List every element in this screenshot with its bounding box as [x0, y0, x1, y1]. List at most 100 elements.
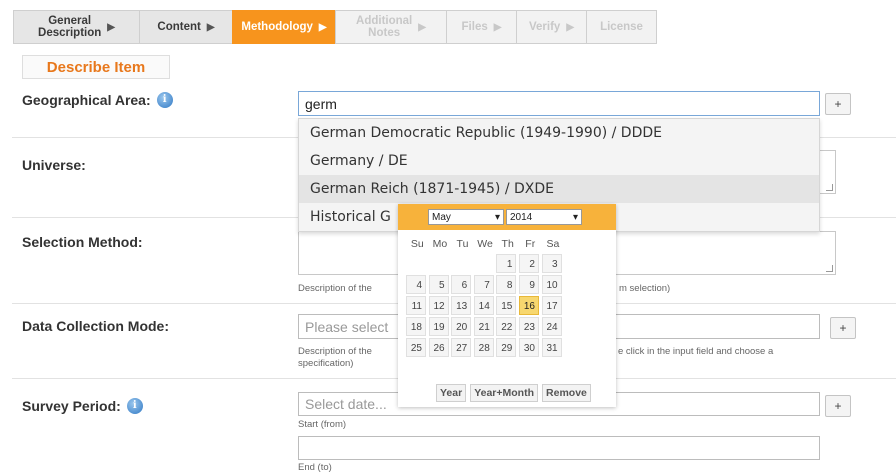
- tab-label: Additional Notes: [356, 15, 413, 39]
- survey-period-label: Survey Period: i: [22, 398, 143, 414]
- selection-method-label: Selection Method:: [22, 234, 143, 250]
- tab-verify: Verify ▶: [516, 10, 586, 44]
- calendar-day[interactable]: 21: [473, 317, 494, 336]
- triangle-right-icon: ▶: [493, 21, 502, 33]
- calendar-day[interactable]: 25: [406, 338, 426, 357]
- calendar-day[interactable]: 22: [496, 317, 517, 336]
- weekday-label: Tu: [456, 238, 469, 250]
- universe-label: Universe:: [22, 157, 86, 173]
- weekday-label: Fr: [525, 238, 536, 250]
- add-survey-period-button[interactable]: +: [825, 395, 851, 417]
- tab-general-description[interactable]: General Description ▶: [13, 10, 139, 44]
- year-select-value: 2014: [510, 211, 533, 223]
- geo-area-label: Geographical Area: i: [22, 92, 173, 108]
- calendar-blank-cell: [474, 254, 494, 273]
- data-collection-mode-label: Data Collection Mode:: [22, 318, 169, 334]
- calendar-day[interactable]: 6: [451, 275, 472, 294]
- calendar-day[interactable]: 30: [518, 338, 539, 357]
- calendar-week: 25 26 27 28 29 30 31: [406, 338, 564, 357]
- year-month-button[interactable]: Year+Month: [470, 384, 539, 402]
- year-select[interactable]: 2014 ▾: [506, 209, 582, 225]
- calendar-day[interactable]: 10: [541, 275, 562, 294]
- survey-period-start-hint: Start (from): [298, 419, 347, 430]
- weekday-header: Su Mo Tu We Th Fr Sa: [406, 234, 564, 254]
- info-icon[interactable]: i: [126, 398, 143, 414]
- calendar-day[interactable]: 20: [451, 317, 472, 336]
- add-data-collection-mode-button[interactable]: +: [830, 317, 856, 339]
- section-title: Describe Item: [22, 55, 170, 79]
- wizard-tabs: General Description ▶ Content ▶ Methodol…: [13, 10, 657, 44]
- month-select-value: May: [432, 211, 451, 223]
- add-geo-area-button[interactable]: +: [825, 93, 851, 115]
- universe-label-text: Universe:: [22, 157, 86, 173]
- calendar-day[interactable]: 5: [428, 275, 449, 294]
- triangle-down-icon: ▾: [494, 211, 500, 223]
- calendar-day[interactable]: 4: [406, 275, 426, 294]
- calendar-day[interactable]: 7: [473, 275, 494, 294]
- datepicker: May ▾ 2014 ▾ Su Mo Tu We Th Fr Sa 1 2 3 4 5 6 7 8 9 10 1…: [398, 204, 616, 407]
- triangle-down-icon: ▾: [572, 211, 578, 223]
- geo-area-label-text: Geographical Area:: [22, 92, 151, 108]
- tab-label: Methodology: [241, 21, 313, 33]
- calendar-grid: Su Mo Tu We Th Fr Sa 1 2 3 4 5 6 7 8 9 10 11 12 13 14 15 16 17…: [406, 234, 564, 359]
- autocomplete-option[interactable]: Germany / DE: [299, 147, 819, 175]
- calendar-day[interactable]: 17: [541, 296, 562, 315]
- resize-grip-icon[interactable]: [826, 265, 833, 272]
- weekday-label: Su: [410, 238, 424, 250]
- calendar-week: 123: [406, 254, 564, 273]
- calendar-day[interactable]: 15: [496, 296, 517, 315]
- remove-button[interactable]: Remove: [542, 384, 591, 402]
- calendar-day[interactable]: 23: [518, 317, 539, 336]
- calendar-day[interactable]: 31: [541, 338, 562, 357]
- tab-files: Files ▶: [446, 10, 516, 44]
- geo-area-input-value: germ: [305, 95, 337, 112]
- calendar-blank-cell: [406, 254, 426, 273]
- calendar-day[interactable]: 11: [406, 296, 426, 315]
- calendar-day[interactable]: 24: [541, 317, 562, 336]
- triangle-right-icon: ▶: [418, 21, 426, 33]
- weekday-label: Mo: [432, 238, 448, 250]
- resize-grip-icon[interactable]: [826, 184, 833, 191]
- calendar-day[interactable]: 14: [473, 296, 494, 315]
- selection-method-hint-right: m selection): [619, 283, 671, 294]
- year-button[interactable]: Year: [436, 384, 467, 402]
- calendar-day[interactable]: 29: [496, 338, 517, 357]
- calendar-day[interactable]: 3: [541, 254, 562, 273]
- calendar-day[interactable]: 9: [518, 275, 539, 294]
- triangle-right-icon: ▶: [318, 21, 327, 33]
- data-collection-mode-label-text: Data Collection Mode:: [22, 318, 170, 334]
- autocomplete-option[interactable]: German Democratic Republic (1949-1990) /…: [299, 119, 819, 147]
- tab-label: Verify: [528, 21, 561, 33]
- data-collection-mode-hint-right: e click in the input field and choose a: [618, 346, 774, 357]
- triangle-right-icon: ▶: [107, 21, 115, 33]
- data-collection-mode-placeholder: Please select: [305, 318, 389, 335]
- geo-area-input[interactable]: germ: [298, 91, 820, 116]
- calendar-day[interactable]: 13: [451, 296, 472, 315]
- survey-period-label-text: Survey Period:: [22, 398, 121, 414]
- survey-period-end-input[interactable]: [298, 436, 820, 460]
- calendar-day[interactable]: 8: [496, 275, 517, 294]
- calendar-day[interactable]: 1: [496, 254, 517, 273]
- triangle-right-icon: ▶: [566, 21, 575, 33]
- calendar-day[interactable]: 19: [428, 317, 449, 336]
- calendar-day[interactable]: 12: [428, 296, 449, 315]
- info-icon[interactable]: i: [156, 92, 173, 108]
- selection-method-label-text: Selection Method:: [22, 234, 143, 250]
- month-select[interactable]: May ▾: [428, 209, 504, 225]
- data-collection-mode-hint-left: Description of the specification): [298, 346, 372, 369]
- tab-content[interactable]: Content ▶: [139, 10, 232, 44]
- weekday-label: Th: [501, 238, 514, 250]
- calendar-day[interactable]: 2: [518, 254, 539, 273]
- calendar-day[interactable]: 28: [473, 338, 494, 357]
- calendar-blank-cell: [451, 254, 471, 273]
- tab-label: Content: [157, 21, 201, 33]
- tab-methodology[interactable]: Methodology ▶: [232, 10, 335, 44]
- datepicker-header: May ▾ 2014 ▾: [398, 204, 616, 230]
- calendar-day-today[interactable]: 16: [518, 296, 539, 315]
- calendar-day[interactable]: 26: [428, 338, 449, 357]
- calendar-day[interactable]: 27: [451, 338, 472, 357]
- calendar-week: 18 19 20 21 22 23 24: [406, 317, 564, 336]
- tab-label: General Description: [38, 15, 102, 39]
- autocomplete-option[interactable]: German Reich (1871-1945) / DXDE: [299, 175, 819, 203]
- calendar-day[interactable]: 18: [406, 317, 426, 336]
